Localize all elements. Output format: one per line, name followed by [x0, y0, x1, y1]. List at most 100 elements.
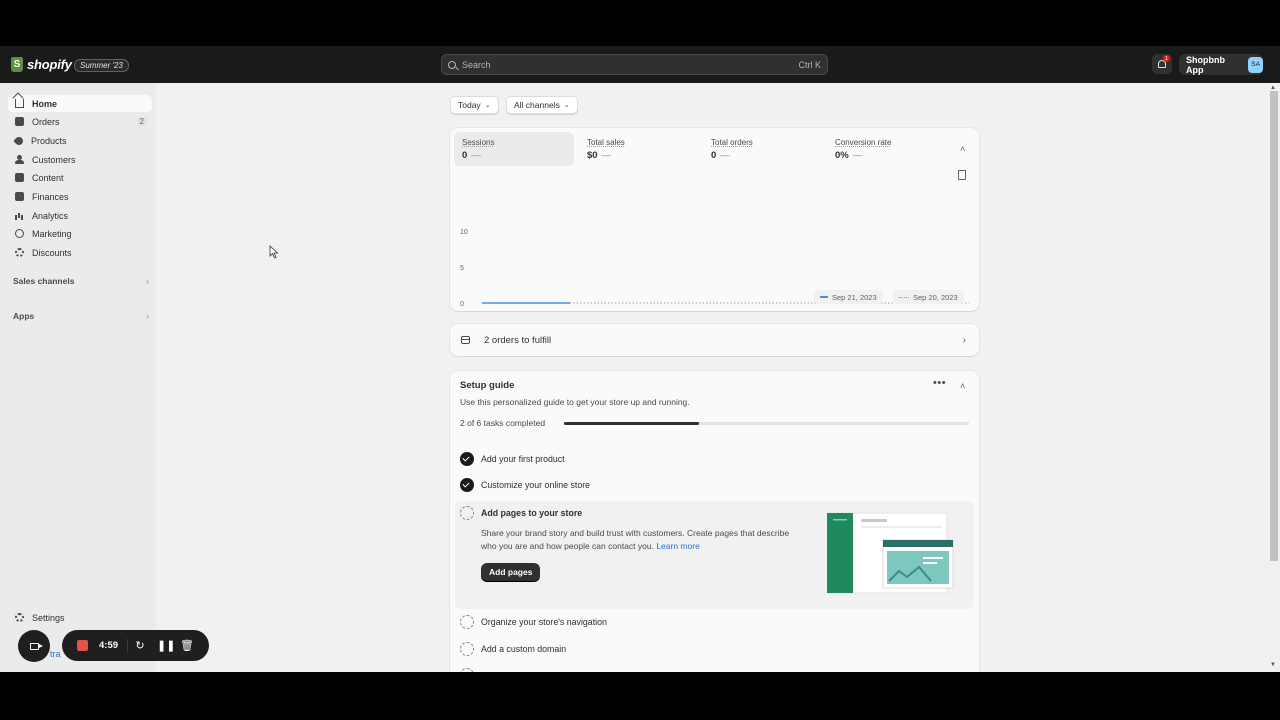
sidebar-item-label: Customers: [32, 154, 76, 165]
task-next-partial[interactable]: [460, 668, 481, 672]
sidebar-item-home[interactable]: Home: [8, 95, 152, 112]
chevron-right-icon: ›: [146, 276, 149, 286]
toolbar-divider: [127, 638, 129, 653]
sidebar-item-settings[interactable]: Settings: [8, 609, 152, 626]
metric-conversion-rate[interactable]: Conversion rate 0% —: [827, 132, 947, 166]
shopify-logo[interactable]: S shopify: [11, 57, 72, 72]
page-scrollbar[interactable]: [1269, 83, 1280, 672]
metric-label: Sessions: [462, 138, 495, 147]
metric-sessions[interactable]: Sessions 0—: [454, 132, 574, 166]
dashed-circle-icon[interactable]: [460, 506, 474, 520]
notification-count-badge: 1: [1163, 55, 1170, 62]
orders-to-fulfill-card[interactable]: 2 orders to fulfill ›: [450, 324, 979, 356]
pause-icon[interactable]: ❚❚: [157, 639, 175, 652]
check-circle-icon: [460, 478, 474, 492]
trash-icon[interactable]: 🗑: [180, 639, 194, 652]
avatar: SA: [1248, 56, 1263, 73]
search-bar[interactable]: Ctrl K: [441, 54, 828, 75]
sidebar-item-products[interactable]: Products: [8, 132, 152, 149]
tag-icon: [13, 134, 25, 147]
scroll-down-arrow-icon[interactable]: ▼: [1270, 662, 1276, 668]
chevron-right-icon: ›: [962, 334, 966, 346]
setup-progress-bar: [564, 422, 969, 425]
task-organize-navigation[interactable]: Organize your store's navigation: [460, 615, 607, 629]
metric-value: 0—: [711, 150, 730, 161]
inbox-icon: [461, 336, 470, 344]
y-tick-label: 10: [460, 229, 468, 236]
pages-illustration: [827, 512, 954, 594]
top-bar: S shopify Summer '23 Ctrl K 1 Shopbnb Ap…: [0, 46, 1280, 83]
chevron-up-icon[interactable]: ˄: [960, 381, 965, 391]
search-shortcut: Ctrl K: [798, 59, 822, 70]
legend-item-previous[interactable]: Sep 20, 2023: [893, 290, 964, 304]
camera-toggle-button[interactable]: [18, 630, 50, 662]
restart-icon[interactable]: ↻: [134, 639, 146, 652]
setup-guide-subtitle: Use this personalized guide to get your …: [460, 397, 690, 407]
task-label: Add your first product: [481, 454, 565, 464]
sidebar-item-label: Content: [32, 172, 64, 183]
sidebar-item-label: Home: [32, 98, 58, 109]
learn-more-link[interactable]: Learn more: [656, 541, 699, 551]
metric-total-sales[interactable]: Total sales $0—: [579, 132, 699, 166]
task-title[interactable]: Add pages to your store: [481, 508, 582, 518]
sidebar-item-label: Discounts: [32, 247, 72, 258]
metric-label: Conversion rate: [835, 138, 892, 147]
chevron-up-icon[interactable]: ˄: [960, 144, 965, 154]
document-icon[interactable]: [958, 170, 966, 180]
sales-channels-label: Sales channels: [13, 276, 75, 286]
setup-progress-label: 2 of 6 tasks completed: [460, 418, 546, 428]
stop-recording-button[interactable]: [77, 640, 88, 651]
sidebar-item-orders[interactable]: Orders 2: [8, 113, 152, 130]
date-filter-button[interactable]: Today ⌄: [450, 96, 499, 114]
orders-to-fulfill-text: 2 orders to fulfill: [484, 334, 552, 346]
inbox-icon: [15, 117, 24, 126]
shopify-bag-icon: S: [11, 57, 23, 72]
sidebar-item-marketing[interactable]: Marketing: [8, 225, 152, 242]
app-frame: S shopify Summer '23 Ctrl K 1 Shopbnb Ap…: [0, 46, 1280, 672]
y-tick-label: 5: [460, 265, 464, 272]
metric-label: Total sales: [587, 138, 625, 147]
metric-total-orders[interactable]: Total orders 0—: [703, 132, 823, 166]
mouse-cursor-icon: [269, 245, 279, 259]
scroll-up-arrow-icon[interactable]: ▲: [1270, 85, 1276, 91]
metric-value: $0—: [587, 150, 612, 161]
sidebar-item-analytics[interactable]: Analytics: [8, 207, 152, 224]
notifications-button[interactable]: 1: [1152, 54, 1172, 74]
task-label: Organize your store's navigation: [481, 617, 607, 627]
sidebar-item-label: Finances: [32, 191, 69, 202]
dashed-circle-icon: [460, 615, 474, 629]
edition-badge[interactable]: Summer '23: [74, 59, 129, 72]
home-icon: [15, 99, 24, 108]
video-camera-icon: [29, 642, 43, 650]
sidebar-item-discounts[interactable]: Discounts: [8, 244, 152, 261]
chevron-down-icon: ⌄: [563, 102, 570, 109]
task-customize-store[interactable]: Customize your online store: [460, 478, 590, 492]
bank-icon: [15, 192, 24, 201]
task-add-pages-expanded: Add pages to your store Share your brand…: [455, 501, 974, 609]
sidebar-item-label: Orders: [32, 116, 60, 127]
bar-chart-icon: [15, 211, 24, 220]
scrollbar-thumb[interactable]: [1270, 91, 1278, 561]
metric-label: Total orders: [711, 138, 753, 147]
discount-icon: [15, 248, 24, 257]
dashed-circle-icon: [460, 668, 474, 672]
sales-channels-header[interactable]: Sales channels ›: [13, 276, 149, 286]
channel-filter-label: All channels: [514, 100, 560, 110]
legend-item-current[interactable]: Sep 21, 2023: [814, 290, 883, 304]
apps-header[interactable]: Apps ›: [13, 311, 149, 321]
legend-line-swatch: [820, 296, 828, 298]
sidebar-item-content[interactable]: Content: [8, 169, 152, 186]
task-custom-domain[interactable]: Add a custom domain: [460, 642, 566, 656]
sidebar-item-finances[interactable]: Finances: [8, 188, 152, 205]
sidebar-item-label: Marketing: [32, 228, 72, 239]
add-pages-button[interactable]: Add pages: [481, 563, 541, 581]
setup-guide-card: Setup guide ••• ˄ Use this personalized …: [450, 371, 979, 672]
channel-filter-button[interactable]: All channels ⌄: [506, 96, 578, 114]
task-add-first-product[interactable]: Add your first product: [460, 452, 565, 466]
store-menu-button[interactable]: Shopbnb App SA: [1179, 54, 1263, 75]
more-options-icon[interactable]: •••: [933, 377, 946, 389]
sidebar-item-customers[interactable]: Customers: [8, 151, 152, 168]
search-input[interactable]: [462, 59, 799, 70]
legend-label: Sep 20, 2023: [913, 292, 958, 302]
chevron-right-icon: ›: [146, 311, 149, 321]
